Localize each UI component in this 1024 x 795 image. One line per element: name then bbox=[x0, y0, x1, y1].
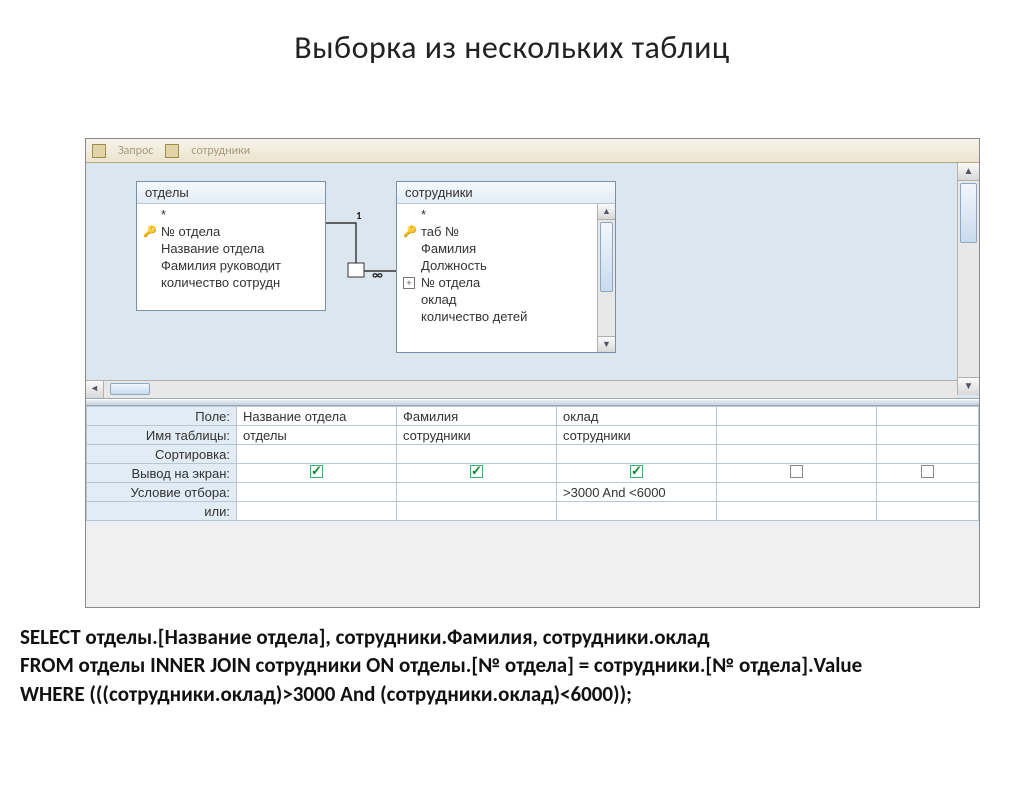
grid-cell[interactable] bbox=[557, 464, 717, 483]
grid-cell[interactable]: >3000 And <6000 bbox=[557, 483, 717, 502]
grid-row-criteria: Условие отбора: >3000 And <6000 bbox=[87, 483, 979, 502]
scroll-thumb[interactable] bbox=[960, 183, 977, 243]
pane-vscrollbar[interactable]: ▲ ▼ bbox=[957, 163, 979, 395]
row-header: Вывод на экран: bbox=[87, 464, 237, 483]
scroll-left-icon[interactable]: ◄ bbox=[86, 381, 104, 398]
show-checkbox[interactable] bbox=[630, 465, 643, 478]
key-icon: 🔑 bbox=[403, 225, 417, 238]
slide-title: Выборка из нескольких таблиц bbox=[0, 28, 1024, 67]
show-checkbox[interactable] bbox=[470, 465, 483, 478]
sql-line: FROM отделы INNER JOIN сотрудники ON отд… bbox=[20, 651, 1004, 679]
table-otdely[interactable]: отделы * 🔑№ отдела Название отдела Фамил… bbox=[136, 181, 326, 311]
pane-hscrollbar[interactable]: ◄ bbox=[86, 380, 957, 398]
grid-cell[interactable]: сотрудники bbox=[557, 426, 717, 445]
field-row[interactable]: Название отдела bbox=[141, 240, 321, 257]
scroll-up-icon[interactable]: ▲ bbox=[958, 163, 979, 181]
show-checkbox[interactable] bbox=[310, 465, 323, 478]
row-header: или: bbox=[87, 502, 237, 521]
grid-cell[interactable] bbox=[237, 464, 397, 483]
grid-cell[interactable] bbox=[717, 483, 877, 502]
table-title: сотрудники bbox=[397, 182, 615, 204]
grid-row-field: Поле: Название отдела Фамилия оклад bbox=[87, 407, 979, 426]
grid-cell[interactable] bbox=[877, 426, 979, 445]
join-many-label: ∞ bbox=[372, 268, 383, 283]
field-row[interactable]: оклад bbox=[401, 291, 593, 308]
field-row[interactable]: * bbox=[401, 206, 593, 223]
grid-cell[interactable] bbox=[877, 502, 979, 521]
key-icon: 🔑 bbox=[143, 225, 157, 238]
scroll-thumb[interactable] bbox=[600, 222, 613, 292]
grid-cell[interactable] bbox=[717, 426, 877, 445]
grid-cell[interactable]: Название отдела bbox=[237, 407, 397, 426]
grid-cell[interactable] bbox=[397, 502, 557, 521]
grid-cell[interactable]: Фамилия bbox=[397, 407, 557, 426]
join-one-label: 1 bbox=[356, 209, 362, 222]
sql-text: SELECT отделы.[Название отдела], сотрудн… bbox=[20, 623, 1004, 708]
grid-cell[interactable] bbox=[717, 464, 877, 483]
field-row[interactable]: 🔑таб № bbox=[401, 223, 593, 240]
field-row[interactable]: Фамилия руководит bbox=[141, 257, 321, 274]
sql-line: WHERE (((сотрудники.оклад)>3000 And (сот… bbox=[20, 680, 1004, 708]
grid-cell[interactable] bbox=[717, 502, 877, 521]
grid-cell[interactable] bbox=[877, 483, 979, 502]
field-row[interactable]: количество детей bbox=[401, 308, 593, 325]
query-designer-window: Запрос сотрудники отделы * 🔑№ отдела Наз… bbox=[85, 138, 980, 608]
grid-cell[interactable] bbox=[877, 445, 979, 464]
grid-cell[interactable]: оклад bbox=[557, 407, 717, 426]
tab-1[interactable]: Запрос bbox=[118, 144, 153, 158]
grid-cell[interactable] bbox=[397, 483, 557, 502]
grid-row-table: Имя таблицы: отделы сотрудники сотрудник… bbox=[87, 426, 979, 445]
query-grid: Поле: Название отдела Фамилия оклад Имя … bbox=[86, 406, 979, 526]
tab-icon bbox=[92, 144, 106, 158]
show-checkbox[interactable] bbox=[790, 465, 803, 478]
grid-row-show: Вывод на экран: bbox=[87, 464, 979, 483]
tab-icon bbox=[165, 144, 179, 158]
table-sotrudniki[interactable]: сотрудники * 🔑таб № Фамилия Должность +№… bbox=[396, 181, 616, 353]
field-row[interactable]: количество сотрудн bbox=[141, 274, 321, 291]
field-row[interactable]: Должность bbox=[401, 257, 593, 274]
table-scrollbar[interactable]: ▲ ▼ bbox=[597, 204, 615, 352]
table-title: отделы bbox=[137, 182, 325, 204]
expand-icon[interactable]: + bbox=[403, 277, 415, 289]
grid-row-or: или: bbox=[87, 502, 979, 521]
grid-cell[interactable] bbox=[717, 407, 877, 426]
field-row[interactable]: Фамилия bbox=[401, 240, 593, 257]
field-row[interactable]: 🔑№ отдела bbox=[141, 223, 321, 240]
grid-cell[interactable] bbox=[237, 445, 397, 464]
grid-cell[interactable] bbox=[237, 483, 397, 502]
grid-cell[interactable] bbox=[557, 502, 717, 521]
grid-cell[interactable]: сотрудники bbox=[397, 426, 557, 445]
row-header: Условие отбора: bbox=[87, 483, 237, 502]
scroll-down-icon[interactable]: ▼ bbox=[958, 377, 979, 395]
row-header: Имя таблицы: bbox=[87, 426, 237, 445]
grid-cell[interactable] bbox=[237, 502, 397, 521]
show-checkbox[interactable] bbox=[921, 465, 934, 478]
grid-cell[interactable] bbox=[717, 445, 877, 464]
row-header: Сортировка: bbox=[87, 445, 237, 464]
grid-cell[interactable] bbox=[557, 445, 717, 464]
tab-2[interactable]: сотрудники bbox=[191, 144, 250, 158]
row-header: Поле: bbox=[87, 407, 237, 426]
scroll-up-icon[interactable]: ▲ bbox=[598, 204, 615, 220]
field-row[interactable]: * bbox=[141, 206, 321, 223]
grid-cell[interactable] bbox=[397, 464, 557, 483]
scroll-down-icon[interactable]: ▼ bbox=[598, 336, 615, 352]
sql-line: SELECT отделы.[Название отдела], сотрудн… bbox=[20, 623, 1004, 651]
scroll-thumb[interactable] bbox=[110, 383, 150, 395]
splitter[interactable] bbox=[86, 399, 979, 406]
field-row[interactable]: +№ отдела bbox=[401, 274, 593, 291]
tab-strip: Запрос сотрудники bbox=[86, 139, 979, 163]
grid-cell[interactable] bbox=[877, 464, 979, 483]
grid-cell[interactable]: отделы bbox=[237, 426, 397, 445]
grid-cell[interactable] bbox=[397, 445, 557, 464]
grid-cell[interactable] bbox=[877, 407, 979, 426]
relationship-pane[interactable]: отделы * 🔑№ отдела Название отдела Фамил… bbox=[86, 163, 979, 399]
grid-row-sort: Сортировка: bbox=[87, 445, 979, 464]
